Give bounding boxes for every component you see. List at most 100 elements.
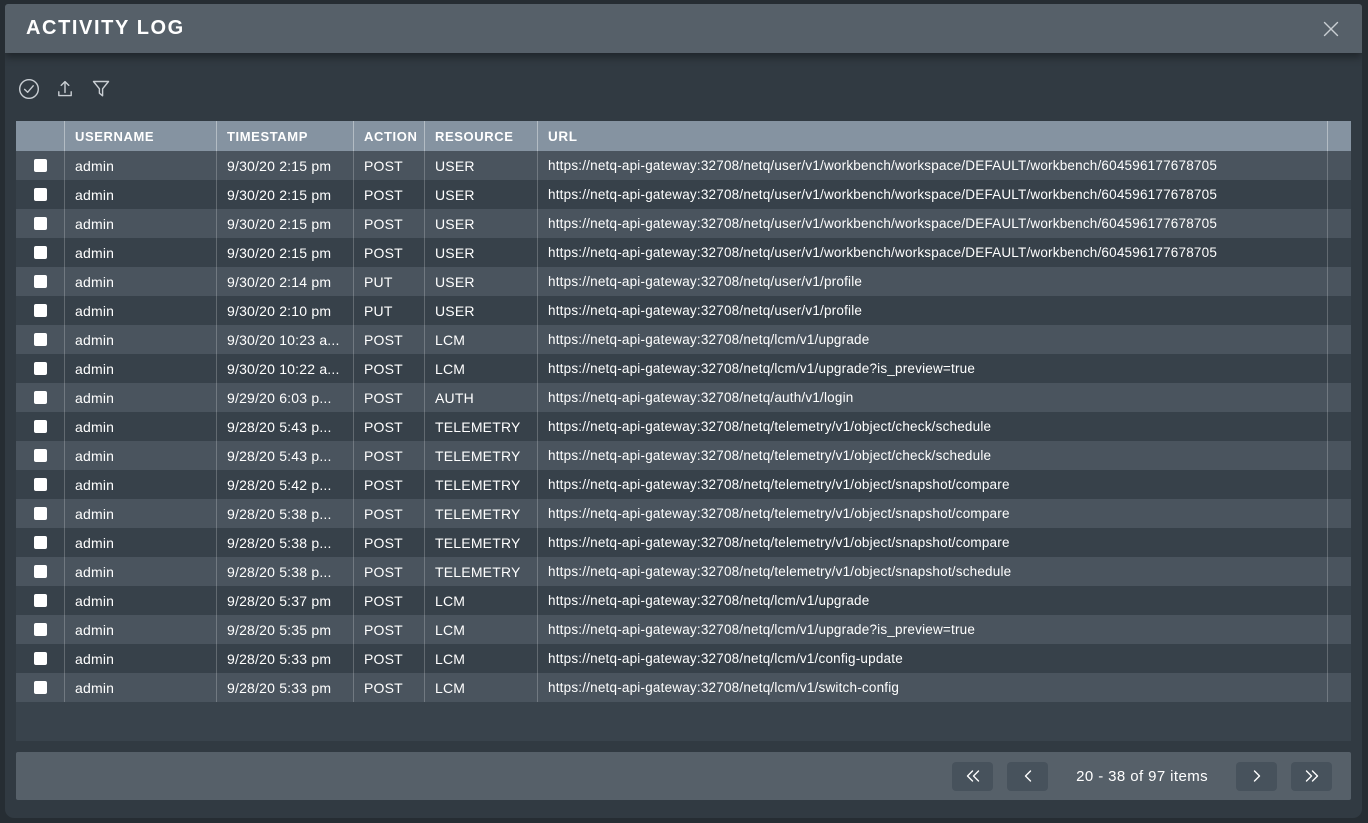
- cell-url: https://netq-api-gateway:32708/netq/user…: [537, 296, 1327, 325]
- row-filler-cell: [1327, 586, 1351, 615]
- cell-url: https://netq-api-gateway:32708/netq/user…: [537, 209, 1327, 238]
- cell-url: https://netq-api-gateway:32708/netq/lcm/…: [537, 325, 1327, 354]
- row-checkbox[interactable]: [34, 449, 47, 462]
- next-page-icon: [1247, 766, 1267, 786]
- table-empty-area: [16, 702, 1351, 741]
- table-row: admin9/28/20 5:37 pmPOSTLCMhttps://netq-…: [16, 586, 1351, 615]
- row-checkbox[interactable]: [34, 391, 47, 404]
- row-select-cell: [16, 209, 64, 238]
- cell-action: POST: [353, 615, 424, 644]
- filter-button[interactable]: [88, 76, 114, 102]
- row-select-cell: [16, 325, 64, 354]
- row-filler-cell: [1327, 673, 1351, 702]
- table-row: admin9/30/20 2:15 pmPOSTUSERhttps://netq…: [16, 209, 1351, 238]
- cell-username: admin: [64, 673, 216, 702]
- cell-action: POST: [353, 673, 424, 702]
- cell-action: PUT: [353, 267, 424, 296]
- cell-url: https://netq-api-gateway:32708/netq/auth…: [537, 383, 1327, 412]
- table-row: admin9/28/20 5:42 p...POSTTELEMETRYhttps…: [16, 470, 1351, 499]
- row-checkbox[interactable]: [34, 246, 47, 259]
- table-row: admin9/28/20 5:43 p...POSTTELEMETRYhttps…: [16, 441, 1351, 470]
- row-select-cell: [16, 644, 64, 673]
- row-checkbox[interactable]: [34, 594, 47, 607]
- cell-resource: TELEMETRY: [424, 412, 537, 441]
- row-select-cell: [16, 412, 64, 441]
- row-checkbox[interactable]: [34, 507, 47, 520]
- cell-url: https://netq-api-gateway:32708/netq/tele…: [537, 441, 1327, 470]
- export-button[interactable]: [52, 76, 78, 102]
- row-checkbox[interactable]: [34, 478, 47, 491]
- table-row: admin9/28/20 5:33 pmPOSTLCMhttps://netq-…: [16, 644, 1351, 673]
- row-filler-cell: [1327, 151, 1351, 180]
- first-page-icon: [962, 766, 984, 786]
- cell-resource: USER: [424, 180, 537, 209]
- row-checkbox[interactable]: [34, 275, 47, 288]
- cell-username: admin: [64, 151, 216, 180]
- cell-url: https://netq-api-gateway:32708/netq/lcm/…: [537, 615, 1327, 644]
- close-button[interactable]: [1314, 12, 1348, 46]
- last-page-button[interactable]: [1291, 762, 1332, 791]
- header-url[interactable]: URL: [537, 121, 1327, 151]
- cell-url: https://netq-api-gateway:32708/netq/tele…: [537, 412, 1327, 441]
- row-filler-cell: [1327, 470, 1351, 499]
- row-select-cell: [16, 354, 64, 383]
- table-row: admin9/30/20 10:22 a...POSTLCMhttps://ne…: [16, 354, 1351, 383]
- row-checkbox[interactable]: [34, 159, 47, 172]
- next-page-button[interactable]: [1236, 762, 1277, 791]
- cell-resource: TELEMETRY: [424, 499, 537, 528]
- cell-resource: LCM: [424, 644, 537, 673]
- cell-timestamp: 9/30/20 2:15 pm: [216, 151, 353, 180]
- close-icon: [1318, 16, 1344, 42]
- cell-resource: TELEMETRY: [424, 470, 537, 499]
- header-timestamp[interactable]: TIMESTAMP: [216, 121, 353, 151]
- cell-url: https://netq-api-gateway:32708/netq/tele…: [537, 499, 1327, 528]
- cell-action: POST: [353, 586, 424, 615]
- row-checkbox[interactable]: [34, 362, 47, 375]
- row-checkbox[interactable]: [34, 333, 47, 346]
- cell-resource: USER: [424, 238, 537, 267]
- row-filler-cell: [1327, 209, 1351, 238]
- row-checkbox[interactable]: [34, 652, 47, 665]
- cell-resource: LCM: [424, 325, 537, 354]
- cell-action: POST: [353, 412, 424, 441]
- cell-username: admin: [64, 528, 216, 557]
- row-select-cell: [16, 180, 64, 209]
- cell-timestamp: 9/29/20 6:03 p...: [216, 383, 353, 412]
- previous-page-button[interactable]: [1007, 762, 1048, 791]
- cell-url: https://netq-api-gateway:32708/netq/user…: [537, 238, 1327, 267]
- cell-url: https://netq-api-gateway:32708/netq/lcm/…: [537, 354, 1327, 383]
- cell-username: admin: [64, 499, 216, 528]
- cell-timestamp: 9/28/20 5:42 p...: [216, 470, 353, 499]
- header-resource[interactable]: RESOURCE: [424, 121, 537, 151]
- cell-username: admin: [64, 267, 216, 296]
- row-checkbox[interactable]: [34, 217, 47, 230]
- row-select-cell: [16, 499, 64, 528]
- header-username[interactable]: USERNAME: [64, 121, 216, 151]
- first-page-button[interactable]: [952, 762, 993, 791]
- row-checkbox[interactable]: [34, 681, 47, 694]
- cell-resource: TELEMETRY: [424, 441, 537, 470]
- cell-url: https://netq-api-gateway:32708/netq/user…: [537, 151, 1327, 180]
- row-checkbox[interactable]: [34, 536, 47, 549]
- row-checkbox[interactable]: [34, 304, 47, 317]
- row-checkbox[interactable]: [34, 565, 47, 578]
- cell-action: POST: [353, 557, 424, 586]
- cell-timestamp: 9/28/20 5:43 p...: [216, 441, 353, 470]
- table-body: admin9/30/20 2:15 pmPOSTUSERhttps://netq…: [16, 151, 1351, 702]
- row-checkbox[interactable]: [34, 188, 47, 201]
- cell-timestamp: 9/28/20 5:33 pm: [216, 644, 353, 673]
- cell-timestamp: 9/28/20 5:38 p...: [216, 528, 353, 557]
- row-filler-cell: [1327, 354, 1351, 383]
- row-checkbox[interactable]: [34, 623, 47, 636]
- header-action[interactable]: ACTION: [353, 121, 424, 151]
- row-filler-cell: [1327, 412, 1351, 441]
- cell-action: POST: [353, 644, 424, 673]
- table-row: admin9/28/20 5:38 p...POSTTELEMETRYhttps…: [16, 528, 1351, 557]
- cell-resource: LCM: [424, 354, 537, 383]
- row-checkbox[interactable]: [34, 420, 47, 433]
- cell-resource: AUTH: [424, 383, 537, 412]
- row-select-cell: [16, 528, 64, 557]
- table-row: admin9/30/20 2:15 pmPOSTUSERhttps://netq…: [16, 180, 1351, 209]
- cell-action: POST: [353, 441, 424, 470]
- select-rows-button[interactable]: [16, 76, 42, 102]
